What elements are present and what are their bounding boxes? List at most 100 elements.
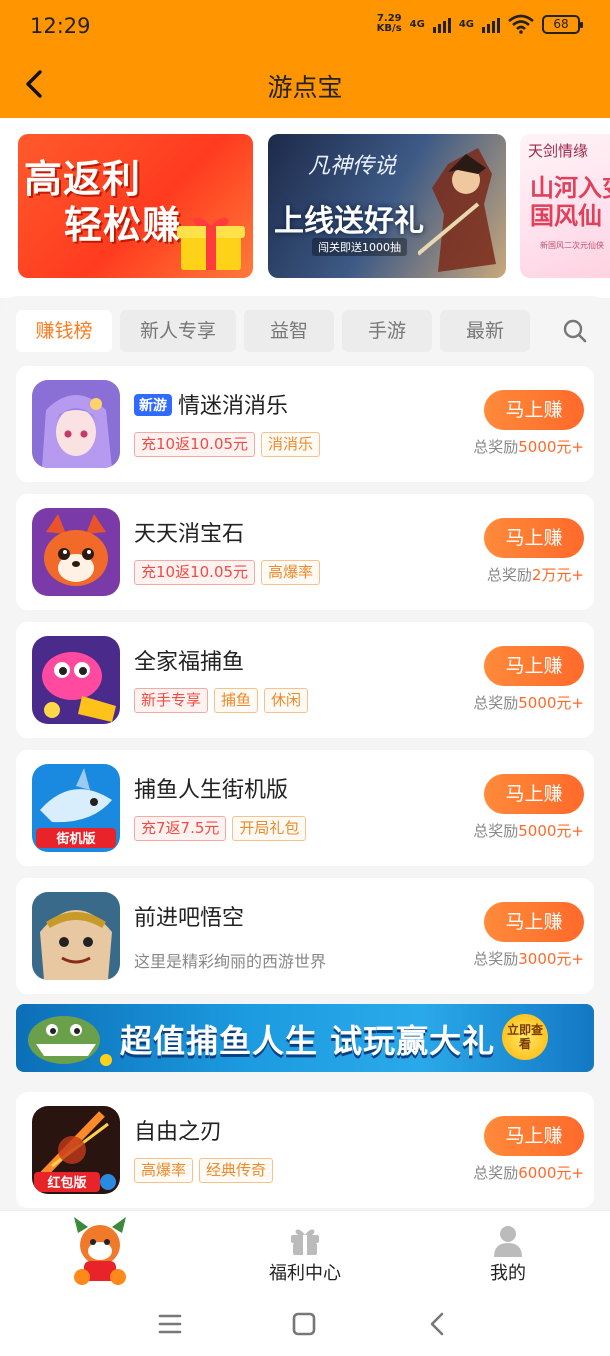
game-tag: 开局礼包 <box>232 816 307 841</box>
nav-welfare-center[interactable]: 福利中心 <box>255 1211 355 1293</box>
category-tabs: 赚钱榜 新人专享 益智 手游 最新 <box>16 310 594 352</box>
status-time: 12:29 <box>30 14 91 38</box>
game-tag: 高爆率 <box>261 560 321 585</box>
square-icon <box>292 1312 316 1336</box>
game-card[interactable]: 街机版 捕鱼人生街机版 充7返7.5元 开局礼包 马上赚 总奖励5000元+ <box>16 750 594 866</box>
banner-subtitle: 闯关即送1000抽 <box>312 238 407 256</box>
banner-rebate-text: 高返利 轻松赚 <box>24 157 182 247</box>
recent-apps-button[interactable] <box>150 1304 190 1344</box>
system-navigation-bar <box>0 1292 610 1356</box>
game-tag: 消消乐 <box>261 432 321 457</box>
game-card[interactable]: 新游 情迷消消乐 充10返10.05元 消消乐 马上赚 总奖励5000元+ <box>16 366 594 482</box>
nav-label: 我的 <box>490 1263 526 1284</box>
total-reward: 总奖励2万元+ <box>486 566 584 584</box>
banner-game-launch[interactable]: 凡神传说 上线送好礼 闯关即送1000抽 <box>268 134 506 278</box>
tab-earn-ranking[interactable]: 赚钱榜 <box>16 310 112 352</box>
monkey-king-icon <box>32 892 120 980</box>
game-tags: 新手专享 捕鱼 休闲 <box>134 688 309 713</box>
earn-now-button[interactable]: 马上赚 <box>484 390 584 430</box>
game-tags: 充10返10.05元 消消乐 <box>134 432 321 457</box>
game-tag: 充10返10.05元 <box>134 560 256 585</box>
earn-now-button[interactable]: 马上赚 <box>484 518 584 558</box>
tab-newcomer[interactable]: 新人专享 <box>120 310 236 352</box>
game-name: 自由之刃 <box>134 1120 223 1145</box>
red-panda-icon <box>32 508 120 596</box>
banner-headline: 上线送好礼 <box>274 204 424 239</box>
title-bar: 游点宝 <box>0 56 610 118</box>
banner-game-logo: 凡神传说 <box>308 154 397 179</box>
battery-icon: 68 <box>542 14 583 34</box>
home-button[interactable] <box>284 1304 324 1344</box>
ad-banner-text: 超值捕鱼人生 试玩赢大礼 <box>120 1022 496 1060</box>
system-back-button[interactable] <box>418 1304 458 1344</box>
nav-home[interactable] <box>60 1211 140 1293</box>
game-icon <box>32 636 120 724</box>
game-description: 这里是精彩绚丽的西游世界 <box>134 952 327 971</box>
chevron-left-icon <box>430 1312 444 1336</box>
game-tags: 高爆率 经典传奇 <box>134 1158 274 1183</box>
network-type-1: 4G <box>409 18 425 30</box>
game-card[interactable]: 红包版 自由之刃 高爆率 经典传奇 马上赚 总奖励6000元+ <box>16 1092 594 1208</box>
gift-box-icon <box>177 217 245 270</box>
wifi-icon <box>508 14 534 34</box>
fish-cannon-icon <box>32 636 120 724</box>
game-name: 前进吧悟空 <box>134 906 245 931</box>
game-card[interactable]: 天天消宝石 充10返10.05元 高爆率 马上赚 总奖励2万元+ <box>16 494 594 610</box>
ad-view-button[interactable]: 立即查看 <box>502 1014 548 1060</box>
game-tags: 充10返10.05元 高爆率 <box>134 560 321 585</box>
page-title: 游点宝 <box>267 73 343 102</box>
status-bar: 12:29 7.29 KB/s 4G 4G 68 <box>0 0 610 56</box>
game-name: 新游 情迷消消乐 <box>134 388 288 420</box>
network-type-2: 4G <box>458 18 474 30</box>
search-icon <box>563 319 587 343</box>
tab-mobile-games[interactable]: 手游 <box>342 310 432 352</box>
game-name: 全家福捕鱼 <box>134 650 245 675</box>
game-tag: 高爆率 <box>134 1158 194 1183</box>
banner-carousel[interactable]: 高返利 轻松赚 凡神传说 上线送好礼 闯关即送1000抽 天剑情缘 山河入变 国… <box>0 118 610 298</box>
gift-icon <box>291 1229 319 1255</box>
search-button[interactable] <box>560 316 590 346</box>
earn-now-button[interactable]: 马上赚 <box>484 1116 584 1156</box>
menu-icon <box>158 1314 182 1334</box>
ad-banner[interactable]: 超值捕鱼人生 试玩赢大礼 立即查看 <box>16 1004 594 1072</box>
earn-now-button[interactable]: 马上赚 <box>484 774 584 814</box>
game-tags: 充7返7.5元 开局礼包 <box>134 816 307 841</box>
banner-xianxia[interactable]: 天剑情缘 山河入变 国风仙 新国风二次元仙侠 <box>520 134 610 278</box>
game-tag: 充7返7.5元 <box>134 816 227 841</box>
tab-puzzle[interactable]: 益智 <box>244 310 334 352</box>
earn-now-button[interactable]: 马上赚 <box>484 646 584 686</box>
game-tag: 充10返10.05元 <box>134 432 256 457</box>
nav-profile[interactable]: 我的 <box>470 1211 546 1293</box>
game-tag: 捕鱼 <box>214 688 259 713</box>
game-card[interactable]: 全家福捕鱼 新手专享 捕鱼 休闲 马上赚 总奖励5000元+ <box>16 622 594 738</box>
game-tag: 休闲 <box>264 688 309 713</box>
game-tag: 新手专享 <box>134 688 209 713</box>
total-reward: 总奖励5000元+ <box>473 822 584 840</box>
user-icon <box>494 1226 522 1257</box>
game-tag: 经典传奇 <box>199 1158 274 1183</box>
banner-rebate[interactable]: 高返利 轻松赚 <box>18 134 253 278</box>
anime-girl-icon <box>32 380 120 468</box>
game-list-panel: 赚钱榜 新人专享 益智 手游 最新 新游 情迷消消乐 充10返10.05元 消消… <box>0 296 610 1208</box>
total-reward: 总奖励5000元+ <box>473 438 584 456</box>
bottom-navigation: 福利中心 我的 <box>0 1210 610 1292</box>
total-reward: 总奖励6000元+ <box>473 1164 584 1182</box>
tab-latest[interactable]: 最新 <box>440 310 530 352</box>
nav-label: 福利中心 <box>269 1263 341 1284</box>
earn-now-button[interactable]: 马上赚 <box>484 902 584 942</box>
svg-text:街机版: 街机版 <box>55 831 95 847</box>
game-icon: 红包版 <box>32 1106 120 1194</box>
total-reward: 总奖励3000元+ <box>473 950 584 968</box>
mascot-icon <box>74 1217 126 1285</box>
fish-character-icon <box>28 1016 112 1066</box>
svg-text:红包版: 红包版 <box>47 1175 86 1191</box>
network-speed: 7.29 KB/s <box>376 13 402 34</box>
total-reward: 总奖励5000元+ <box>473 694 584 712</box>
game-name: 天天消宝石 <box>134 522 245 547</box>
character-illustration <box>418 148 496 272</box>
game-card[interactable]: 前进吧悟空 这里是精彩绚丽的西游世界 马上赚 总奖励3000元+ <box>16 878 594 994</box>
app-header: 12:29 7.29 KB/s 4G 4G 68 游点宝 <box>0 0 610 118</box>
game-icon: 街机版 <box>32 764 120 852</box>
new-game-badge: 新游 <box>134 394 172 416</box>
signal-icon <box>482 15 500 33</box>
